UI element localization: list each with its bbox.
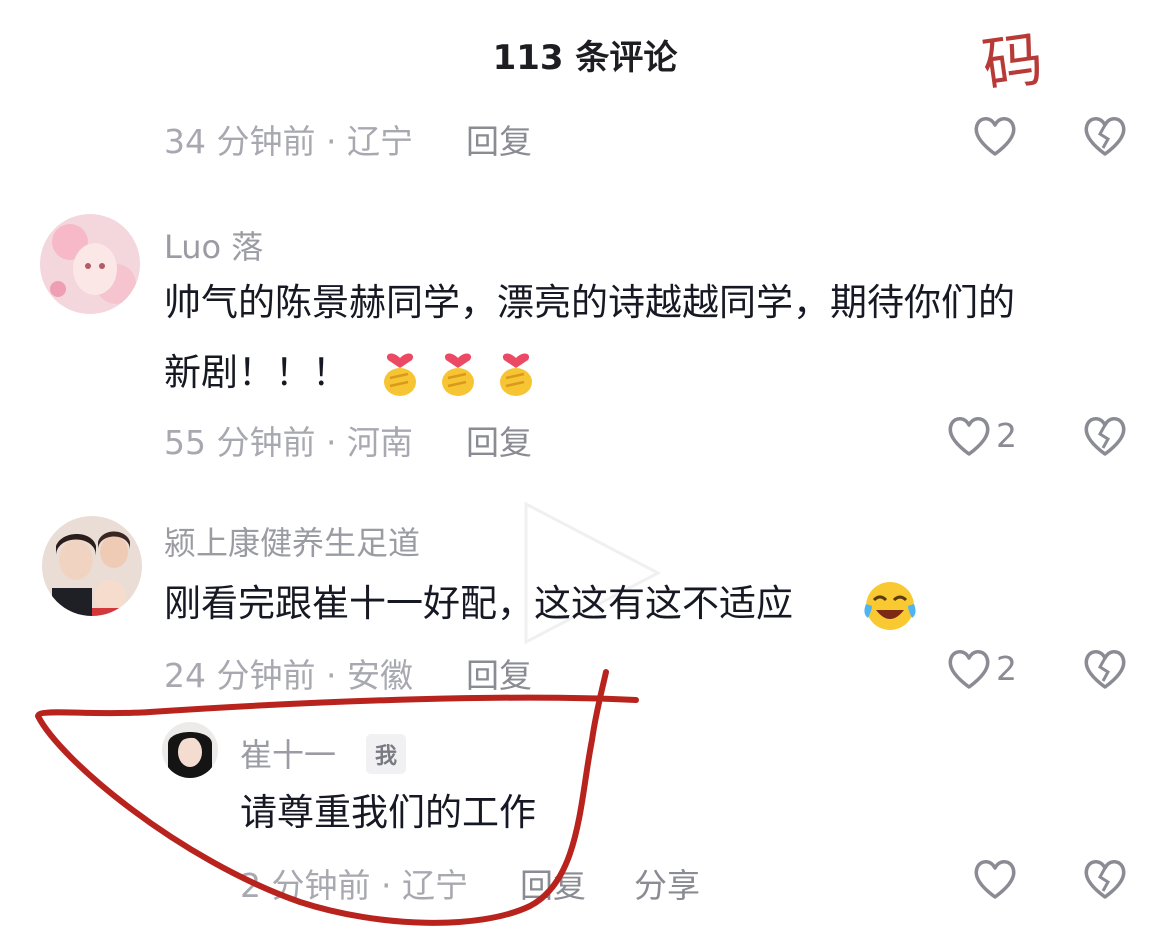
- comment-text-line: 刚看完跟崔十一好配，这这有这不适应: [164, 582, 793, 625]
- laughing-crying-emoji: [862, 578, 918, 638]
- comment-username[interactable]: 崔十一: [240, 730, 336, 776]
- finger-heart-emoji: [494, 342, 538, 398]
- comment-meta: 24 分钟前 · 安徽: [164, 656, 413, 695]
- like-heart-icon[interactable]: [946, 414, 992, 458]
- share-button[interactable]: 分享: [634, 859, 700, 907]
- like-heart-icon[interactable]: [972, 114, 1018, 158]
- comment-text-line: 请尊重我们的工作: [240, 791, 536, 834]
- like-count: 2: [996, 416, 1017, 455]
- avatar[interactable]: [162, 722, 218, 778]
- comment-username[interactable]: 颍上康健养生足道: [164, 518, 420, 564]
- reply-button[interactable]: 回复: [466, 416, 532, 464]
- avatar[interactable]: [42, 516, 142, 616]
- avatar[interactable]: [40, 214, 140, 314]
- finger-heart-emoji: [378, 342, 422, 398]
- like-count: 2: [996, 649, 1017, 688]
- like-heart-icon[interactable]: [946, 647, 992, 691]
- reply-button[interactable]: 回复: [466, 649, 532, 697]
- author-me-badge: 我: [366, 734, 407, 774]
- dislike-broken-heart-icon[interactable]: [1082, 857, 1128, 901]
- comment-text-line: 新剧！！！: [164, 351, 349, 394]
- dislike-broken-heart-icon[interactable]: [1082, 647, 1128, 691]
- comment-meta: 2 分钟前 · 辽宁: [240, 866, 468, 905]
- comment-meta: 55 分钟前 · 河南: [164, 423, 413, 462]
- emoji-group: [378, 342, 558, 398]
- comment-username[interactable]: Luo 落: [164, 222, 263, 268]
- reply-button[interactable]: 回复: [520, 859, 586, 907]
- dislike-broken-heart-icon[interactable]: [1082, 414, 1128, 458]
- comment-text-line: 帅气的陈景赫同学，漂亮的诗越越同学，期待你们的: [164, 281, 1015, 324]
- dislike-broken-heart-icon[interactable]: [1082, 114, 1128, 158]
- finger-heart-emoji: [436, 342, 480, 398]
- watermark: 码: [978, 24, 1048, 102]
- like-heart-icon[interactable]: [972, 857, 1018, 901]
- comment-meta: 34 分钟前 · 辽宁: [164, 122, 413, 161]
- reply-button[interactable]: 回复: [466, 115, 532, 163]
